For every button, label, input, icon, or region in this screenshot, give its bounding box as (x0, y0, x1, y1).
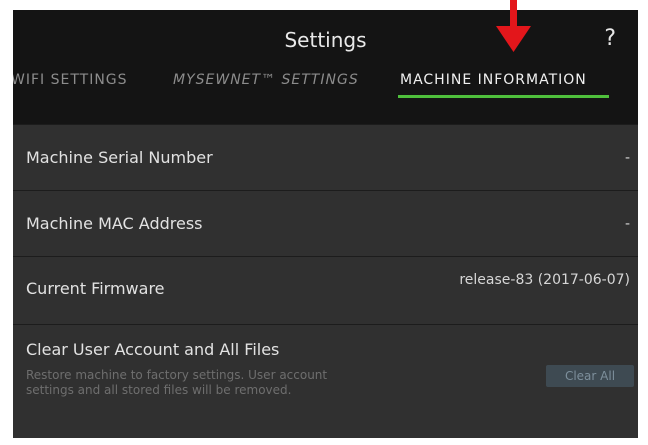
settings-screen: Settings ? WIFI SETTINGS MYSEWNET™ SETTI… (13, 10, 638, 438)
firmware-value: release-83 (2017-06-07) (459, 272, 630, 288)
serial-number-value: - (624, 150, 630, 166)
row-current-firmware: Current Firmware release-83 (2017-06-07) (13, 256, 638, 324)
active-tab-indicator (398, 95, 609, 98)
tab-wifi-settings[interactable]: WIFI SETTINGS (13, 72, 128, 88)
serial-number-label: Machine Serial Number (26, 148, 213, 167)
tab-mysewnet-settings[interactable]: MYSEWNET™ SETTINGS (173, 72, 359, 88)
mac-address-value: - (624, 216, 630, 232)
firmware-label: Current Firmware (26, 279, 165, 298)
help-button[interactable]: ? (604, 26, 616, 51)
tab-machine-information[interactable]: MACHINE INFORMATION (400, 72, 587, 88)
clear-all-button[interactable]: Clear All (546, 365, 634, 387)
settings-header: Settings ? WIFI SETTINGS MYSEWNET™ SETTI… (13, 10, 638, 124)
row-serial-number: Machine Serial Number - (13, 124, 638, 190)
row-clear-account: Clear User Account and All Files Restore… (13, 324, 638, 438)
mac-address-label: Machine MAC Address (26, 214, 203, 233)
row-mac-address: Machine MAC Address - (13, 190, 638, 256)
clear-account-label: Clear User Account and All Files (26, 340, 280, 359)
page-title: Settings (284, 28, 367, 52)
clear-account-description: Restore machine to factory settings. Use… (26, 368, 328, 397)
